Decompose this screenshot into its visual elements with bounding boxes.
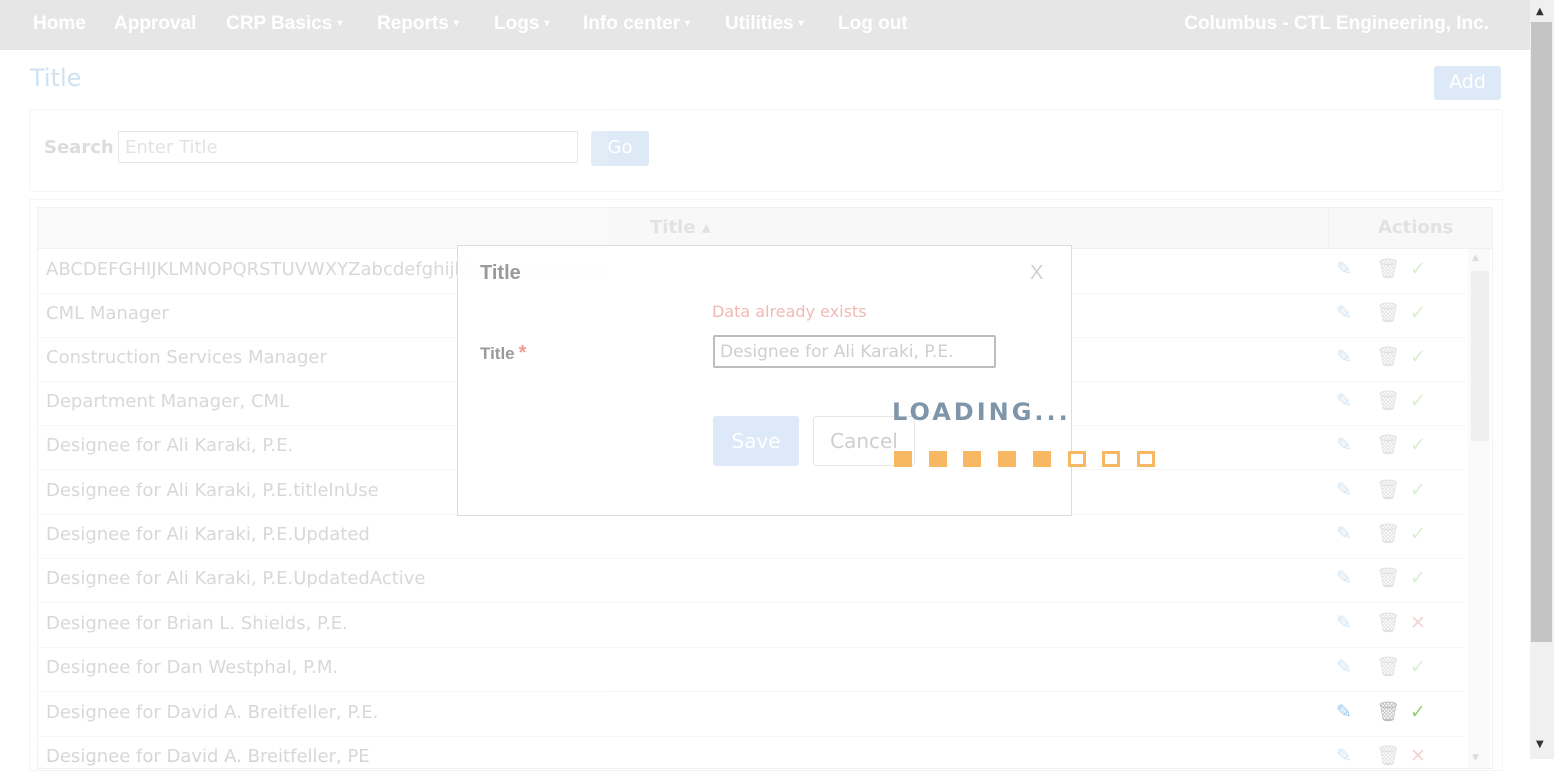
- check-icon[interactable]: ✓: [1410, 567, 1426, 589]
- edit-icon[interactable]: ✎: [1336, 567, 1352, 589]
- column-divider: [1328, 208, 1329, 248]
- required-marker: *: [518, 342, 527, 364]
- nav-item-logs[interactable]: Logs ▾: [494, 13, 549, 35]
- table-scrollbar-thumb[interactable]: [1471, 271, 1489, 441]
- nav-item-log-out[interactable]: Log out: [838, 13, 908, 35]
- table-scroll-up-icon[interactable]: ▲: [1472, 253, 1479, 263]
- delete-icon[interactable]: 🗑: [1376, 701, 1400, 723]
- check-icon[interactable]: ✓: [1410, 523, 1426, 545]
- nav-item-label: CRP Basics: [226, 13, 333, 34]
- delete-icon[interactable]: 🗑: [1376, 479, 1400, 501]
- nav-item-label: Home: [33, 13, 86, 34]
- edit-icon[interactable]: ✎: [1336, 745, 1352, 767]
- delete-icon[interactable]: 🗑: [1376, 656, 1400, 678]
- title-input[interactable]: [713, 335, 996, 368]
- loading-square-empty: [1136, 451, 1155, 467]
- close-icon[interactable]: ✕: [1410, 612, 1426, 634]
- page-scrollbar-thumb[interactable]: [1531, 22, 1552, 642]
- save-button[interactable]: Save: [713, 416, 799, 466]
- caret-down-icon: ▾: [337, 18, 343, 29]
- edit-icon[interactable]: ✎: [1336, 612, 1352, 634]
- edit-icon[interactable]: ✎: [1336, 523, 1352, 545]
- table-scroll-down-icon[interactable]: ▼: [1472, 753, 1479, 763]
- nav-item-reports[interactable]: Reports ▾: [377, 13, 459, 35]
- edit-icon[interactable]: ✎: [1336, 479, 1352, 501]
- delete-icon[interactable]: 🗑: [1376, 390, 1400, 412]
- check-icon[interactable]: ✓: [1410, 258, 1426, 280]
- edit-icon[interactable]: ✎: [1336, 656, 1352, 678]
- nav-item-crp-basics[interactable]: CRP Basics ▾: [226, 13, 342, 35]
- title-field-label-text: Title: [480, 344, 515, 363]
- nav-item-approval[interactable]: Approval: [114, 13, 196, 35]
- add-button[interactable]: Add: [1434, 66, 1501, 100]
- delete-icon[interactable]: 🗑: [1376, 346, 1400, 368]
- loading-square-filled: [998, 451, 1017, 467]
- delete-icon[interactable]: 🗑: [1376, 745, 1400, 767]
- title-dialog: Title X Data already exists Title* Save …: [457, 245, 1072, 516]
- location-company-label: Columbus - CTL Engineering, Inc.: [1184, 13, 1489, 34]
- page-scroll-down-icon[interactable]: ▼: [1536, 739, 1544, 750]
- nav-item-label: Info center: [583, 13, 681, 34]
- edit-icon[interactable]: ✎: [1336, 302, 1352, 324]
- check-icon[interactable]: ✓: [1410, 434, 1426, 456]
- nav-item-label: Utilities: [725, 13, 794, 34]
- nav-item-info-center[interactable]: Info center ▾: [583, 13, 690, 35]
- nav-item-home[interactable]: Home: [33, 13, 86, 35]
- top-navbar: Home Approval CRP Basics ▾ Reports ▾ Logs ▾ Info…: [0, 0, 1530, 50]
- check-icon[interactable]: ✓: [1410, 302, 1426, 324]
- delete-icon[interactable]: 🗑: [1376, 258, 1400, 280]
- page-scroll-up-icon[interactable]: ▲: [1536, 6, 1544, 17]
- caret-down-icon: ▾: [798, 18, 804, 29]
- check-icon[interactable]: ✓: [1410, 390, 1426, 412]
- delete-icon[interactable]: 🗑: [1376, 302, 1400, 324]
- caret-down-icon: ▾: [453, 18, 459, 29]
- loading-text: LOADING...: [892, 398, 1071, 426]
- loading-square-filled: [928, 451, 947, 467]
- check-icon[interactable]: ✓: [1410, 656, 1426, 678]
- dialog-title: Title: [480, 262, 521, 284]
- title-field-label: Title *: [480, 342, 526, 365]
- nav-item-label: Log out: [838, 13, 908, 34]
- caret-down-icon: ▾: [544, 18, 550, 29]
- column-header-title[interactable]: Title ▴: [650, 217, 711, 238]
- delete-icon[interactable]: 🗑: [1376, 567, 1400, 589]
- nav-item-label: Reports: [377, 13, 449, 34]
- delete-icon[interactable]: 🗑: [1376, 612, 1400, 634]
- nav-item-utilities[interactable]: Utilities ▾: [725, 13, 804, 35]
- column-header-actions: Actions: [1378, 217, 1454, 238]
- caret-down-icon: ▾: [685, 18, 691, 29]
- nav-item-label: Logs: [494, 13, 540, 34]
- loading-square-empty: [1102, 451, 1121, 467]
- close-icon[interactable]: ✕: [1410, 745, 1426, 767]
- error-message: Data already exists: [712, 302, 867, 321]
- check-icon[interactable]: ✓: [1410, 479, 1426, 501]
- loading-square-empty: [1067, 451, 1086, 467]
- delete-icon[interactable]: 🗑: [1376, 523, 1400, 545]
- delete-icon[interactable]: 🗑: [1376, 434, 1400, 456]
- edit-icon[interactable]: ✎: [1336, 701, 1352, 723]
- loading-square-filled: [1032, 451, 1051, 467]
- loading-square-filled: [963, 451, 982, 467]
- edit-icon[interactable]: ✎: [1336, 434, 1352, 456]
- edit-icon[interactable]: ✎: [1336, 258, 1352, 280]
- check-icon[interactable]: ✓: [1410, 346, 1426, 368]
- nav-item-label: Approval: [114, 13, 197, 34]
- close-icon[interactable]: X: [1030, 262, 1043, 285]
- edit-icon[interactable]: ✎: [1336, 390, 1352, 412]
- edit-icon[interactable]: ✎: [1336, 346, 1352, 368]
- check-icon[interactable]: ✓: [1410, 701, 1426, 723]
- loading-square-filled: [894, 451, 912, 467]
